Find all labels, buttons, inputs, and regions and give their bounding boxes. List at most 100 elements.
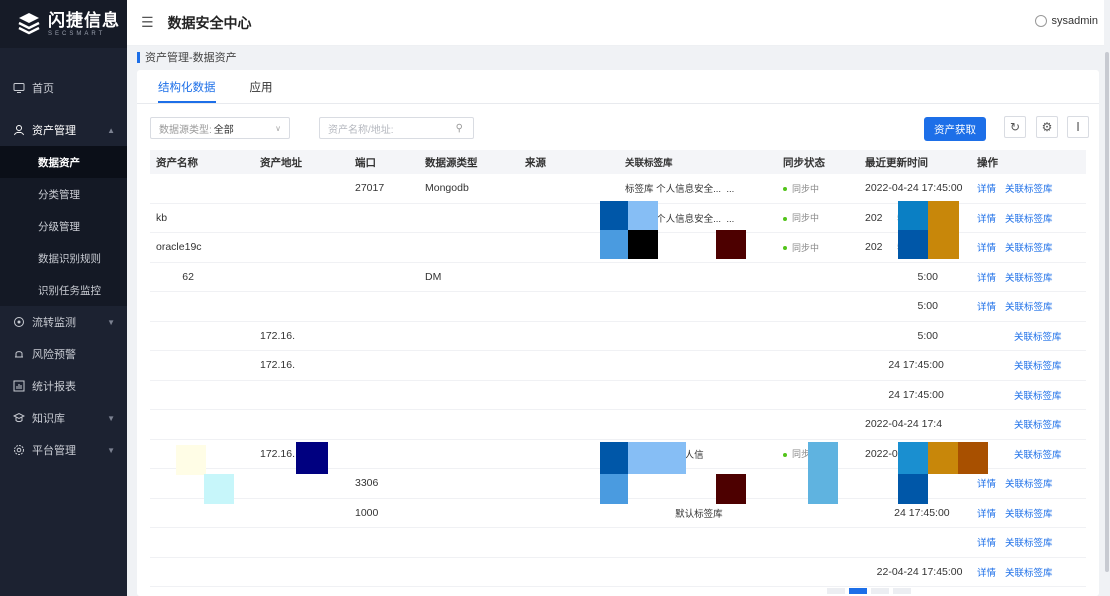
sidebar-item-asset-management[interactable]: 资产管理 ▲ [0,114,127,146]
cell-actions: 详情关联标签库 [977,565,1086,579]
detail-link[interactable]: 详情 [977,538,996,549]
link-tag-library-link[interactable]: 关联标签库 [1014,450,1062,461]
status-dot-icon [783,246,787,251]
link-tag-library-link[interactable]: 关联标签库 [1005,538,1053,549]
fetch-assets-button[interactable]: 资产获取 [924,117,986,141]
tab-structured-data[interactable]: 结构化数据 [158,79,216,103]
table-row: 详情 关联标签库 [150,528,1086,558]
redaction-block [296,442,328,474]
sidebar-item-recognition-rules[interactable]: 数据识别规则 [0,242,127,274]
cell-datasource-type-text: Mongodb [425,182,469,195]
cell-asset-name-text: kb [156,211,168,224]
link-tag-library-link[interactable]: 关联标签库 [1014,420,1062,431]
column-height-icon[interactable]: Ⅰ [1067,116,1089,138]
chart-icon [12,379,26,393]
cell-asset-name: 62 [150,271,260,283]
cell-actions: 关联标签库 [977,417,1086,431]
detail-link[interactable]: 详情 [977,568,996,579]
sidebar-item-task-monitor[interactable]: 识别任务监控 [0,274,127,306]
cell-update-time: 22-04-24 17:45:00 [865,566,977,578]
chevron-down-icon: ▼ [107,317,115,327]
user-menu[interactable]: sysadmin [1034,15,1098,27]
bell-icon [12,347,26,361]
detail-link[interactable]: 详情 [977,302,996,313]
detail-link[interactable]: 详情 [977,273,996,284]
sidebar-item-home[interactable]: 首页 [0,72,127,104]
cell-asset-address-text: 172.16. [260,447,296,460]
sidebar-item-risk-alert[interactable]: 风险预警 [0,338,127,370]
sidebar-item-platform[interactable]: 平台管理 ▼ [0,434,127,466]
detail-link[interactable]: 详情 [977,479,996,490]
detail-link[interactable]: 详情 [977,509,996,520]
brand-logo[interactable]: 闪捷信息 SECSMART [0,0,127,48]
link-tag-library-link[interactable]: 关联标签库 [1014,391,1062,402]
redaction-block [716,474,746,504]
breadcrumb: 资产管理-数据资产 [137,50,237,64]
link-tag-library-link[interactable]: 关联标签库 [1014,332,1062,343]
chevron-down-icon: ▼ [107,445,115,455]
page-prev-button[interactable] [827,588,845,594]
sidebar-item-knowledge[interactable]: 知识库 ▼ [0,402,127,434]
cell-asset-address-text: 172.16. [260,329,296,342]
redaction-block [600,201,628,230]
cell-asset-name: oracle19c [150,241,260,253]
sidebar-item-flow-monitor[interactable]: 流转监测 ▼ [0,306,127,338]
tab-application[interactable]: 应用 [250,79,273,103]
link-tag-library-link[interactable]: 关联标签库 [1005,479,1053,490]
page-1-button[interactable] [849,588,867,594]
book-icon [12,411,26,425]
cell-actions: 关联标签库 [977,358,1086,372]
col-tag-library: 关联标签库 [625,158,673,169]
link-tag-library-link[interactable]: 关联标签库 [1005,184,1053,195]
cell-update-time: 2022-04-24 17:45:00 [865,182,977,194]
cell-actions: 详情关联标签库 [977,535,1086,549]
page-2-button[interactable] [871,588,889,594]
main-card: 结构化数据 应用 数据源类型: 全部 ∨ 资产名称/地址: ⚲ 资产获取 ↻ ⚙… [137,70,1099,596]
redaction-block [928,442,958,474]
status-dot-icon [783,452,787,457]
cell-tag-library: 默认标签库 [625,506,783,520]
link-tag-library-link[interactable]: 关联标签库 [1005,568,1053,579]
menu-toggle-icon[interactable]: ☰ [141,14,154,31]
link-tag-library-link[interactable]: 关联标签库 [1005,214,1053,225]
settings-icon[interactable]: ⚙ [1036,116,1058,138]
cell-asset-name-text: oracle19c [156,241,202,254]
sidebar-item-data-asset[interactable]: 数据资产 [0,146,127,178]
redaction-block [958,442,988,474]
page-scrollbar[interactable] [1104,0,1110,596]
table-row: 24 17:45:00 关联标签库 [150,381,1086,410]
cell-sync-status: 同步中 [783,182,865,195]
cell-update-time: 24 17:45:00 [865,359,977,371]
sidebar-item-classification[interactable]: 分类管理 [0,178,127,210]
cell-update-time: 5:00 [865,330,977,342]
username: sysadmin [1051,15,1098,27]
brand-subtitle: SECSMART [48,30,106,37]
detail-link[interactable]: 详情 [977,214,996,225]
scrollbar-thumb[interactable] [1105,52,1109,572]
cell-sync-status-text: 同步中 [792,183,820,194]
col-source: 来源 [525,156,546,169]
cell-port: 1000 [355,507,425,519]
sidebar-item-reports[interactable]: 统计报表 [0,370,127,402]
detail-link[interactable]: 详情 [977,184,996,195]
cell-actions: 关联标签库 [977,388,1086,402]
breadcrumb-marker [137,51,140,63]
page-3-button[interactable] [893,588,911,594]
cell-actions: 关联标签库 [977,447,1086,461]
refresh-icon[interactable]: ↻ [1004,116,1026,138]
redaction-block [204,474,234,504]
table-row: 172.16. 5:00 关联标签库 [150,322,1086,351]
sidebar-item-grading[interactable]: 分级管理 [0,210,127,242]
link-tag-library-link[interactable]: 关联标签库 [1005,302,1053,313]
tab-bar: 结构化数据 应用 [137,70,1099,104]
link-tag-library-link[interactable]: 关联标签库 [1005,273,1053,284]
gear-icon [12,443,26,457]
link-tag-library-link[interactable]: 关联标签库 [1014,361,1062,372]
search-input[interactable]: 资产名称/地址: ⚲ [319,117,474,139]
link-tag-library-link[interactable]: 关联标签库 [1005,243,1053,254]
detail-link[interactable]: 详情 [977,243,996,254]
datasource-type-select[interactable]: 数据源类型: 全部 ∨ [150,117,290,139]
cell-sync-status-text: 同步中 [792,213,820,224]
link-tag-library-link[interactable]: 关联标签库 [1005,509,1053,520]
col-update-time: 最近更新时间 [865,156,928,169]
